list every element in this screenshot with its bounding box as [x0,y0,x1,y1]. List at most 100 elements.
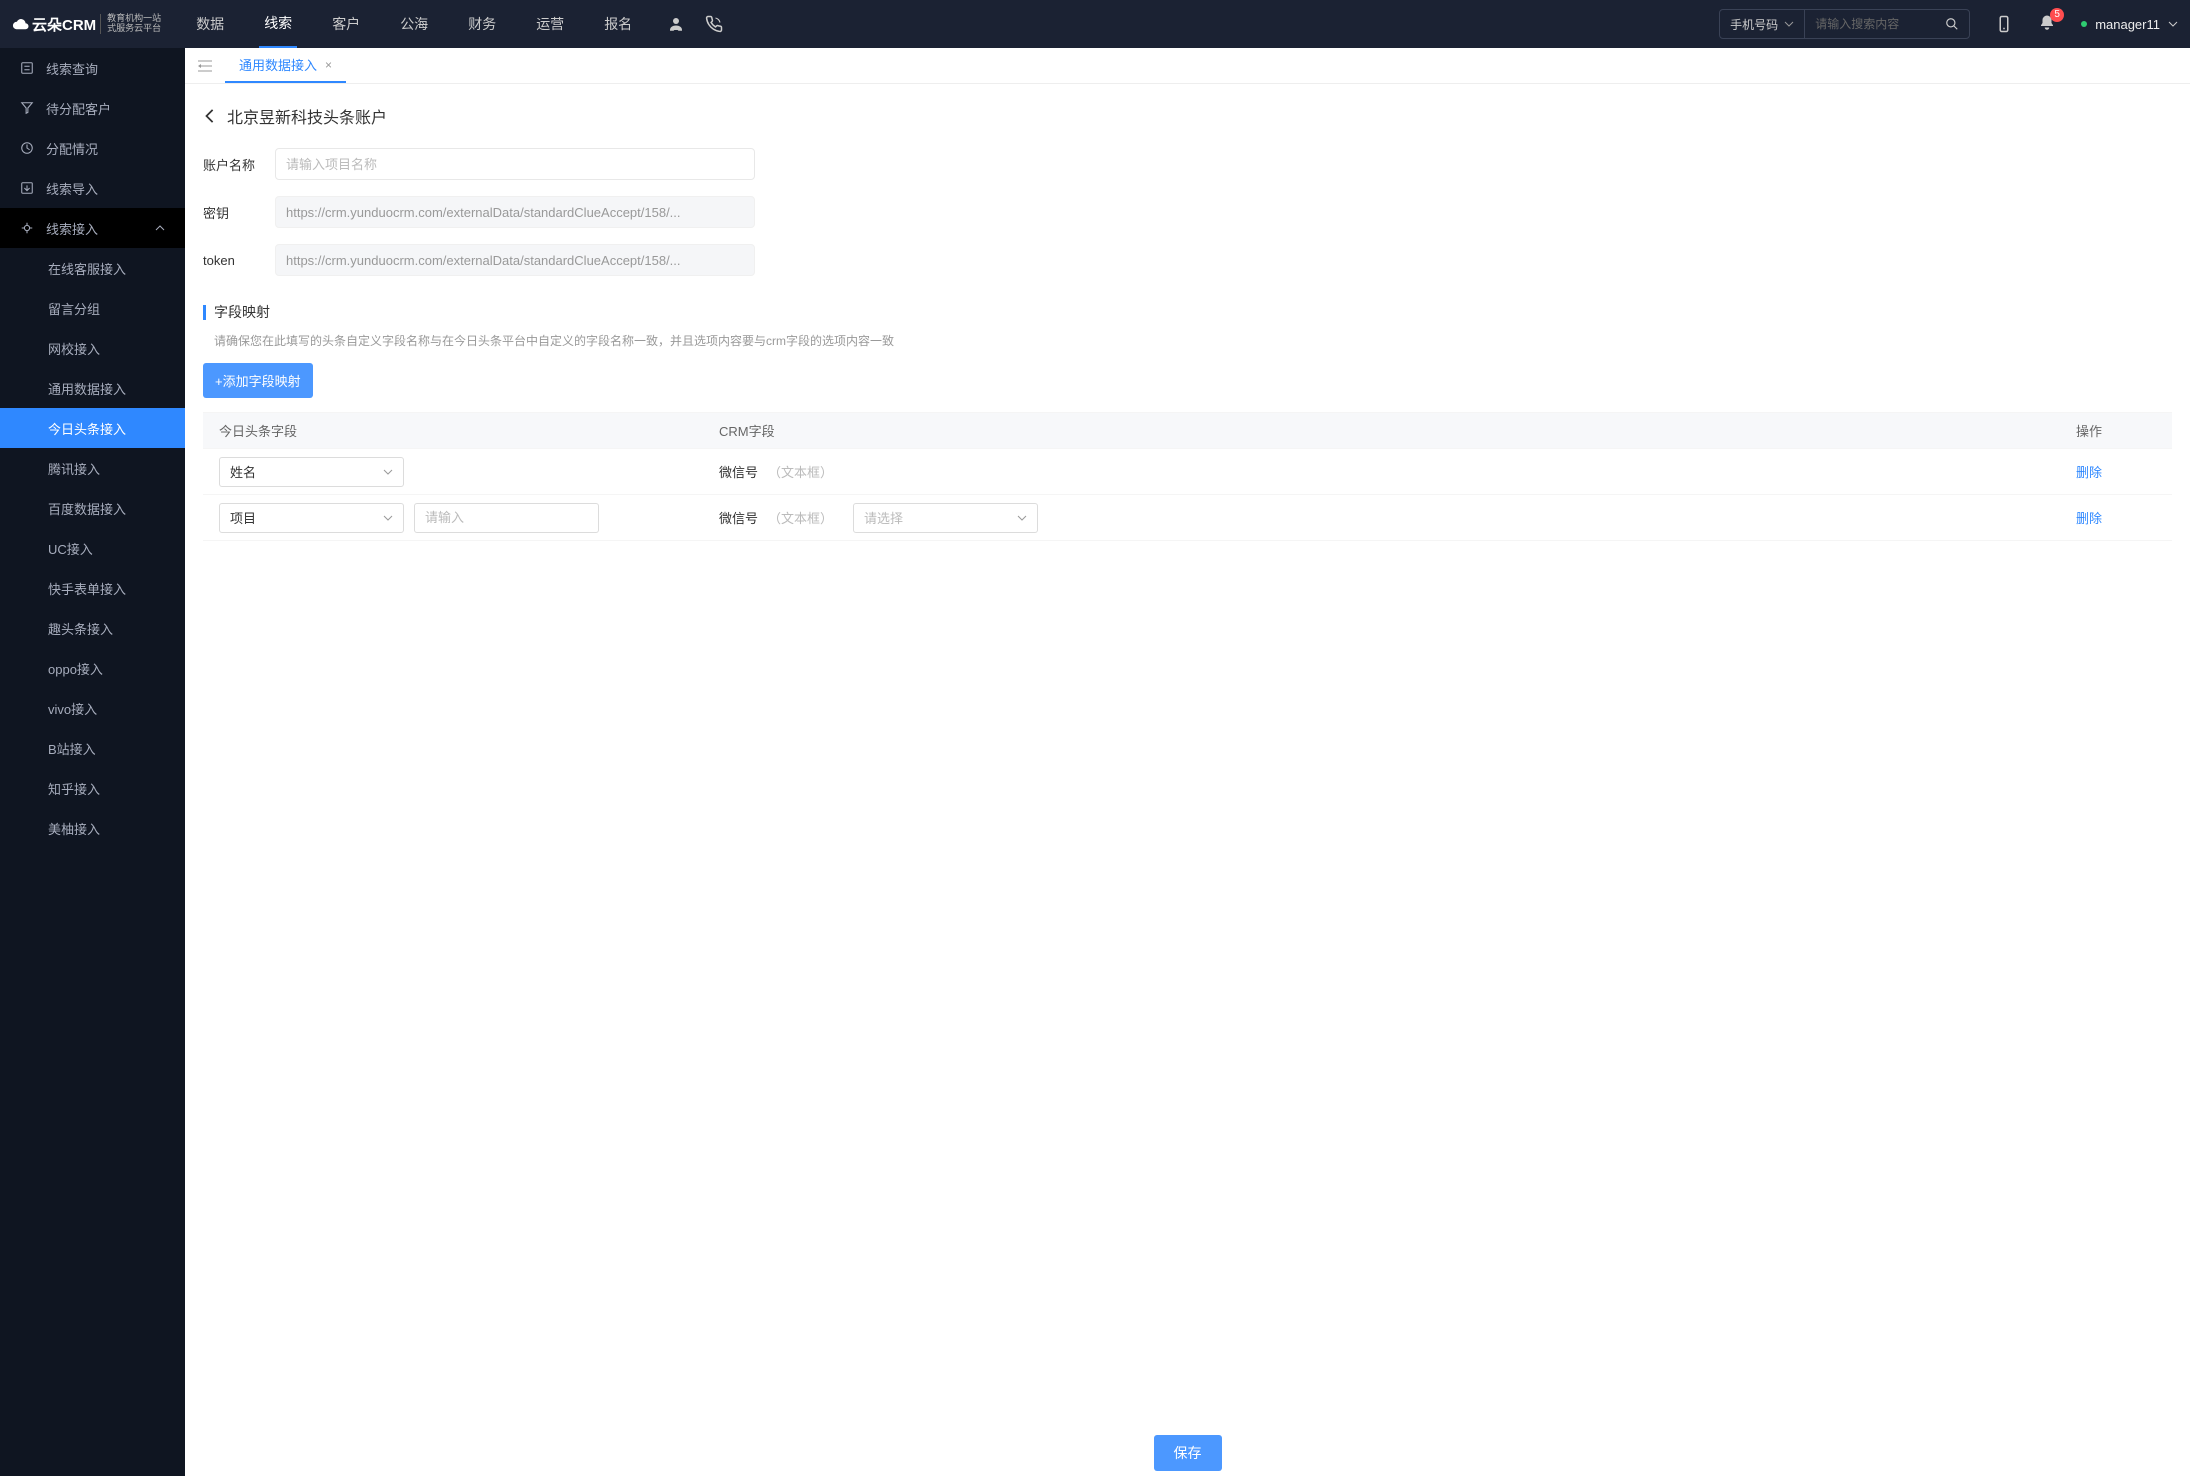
sidebar-item[interactable]: 线索导入 [0,168,185,208]
sidebar-sub-item[interactable]: B站接入 [0,728,185,768]
sidebar-sub-item[interactable]: 网校接入 [0,328,185,368]
th-crm: CRM字段 [719,421,2076,440]
crm-field-label: 微信号 [719,508,758,527]
sidebar: 线索查询待分配客户分配情况线索导入线索接入在线客服接入留言分组网校接入通用数据接… [0,48,185,1476]
delete-link[interactable]: 删除 [2076,465,2102,480]
sidebar-sub-item[interactable]: 留言分组 [0,288,185,328]
top-nav-item[interactable]: 公海 [395,0,433,48]
top-nav-item[interactable]: 线索 [259,0,297,48]
secret-label: 密钥 [203,203,275,222]
section-title: 字段映射 [214,302,270,322]
table-row: 姓名 微信号 （文本框） 删除 [203,449,2172,495]
token-label: token [203,253,275,268]
sidebar-sub-item[interactable]: UC接入 [0,528,185,568]
toutiao-field-select[interactable]: 姓名 [219,457,404,487]
header-right: 5 manager11 [1995,14,2178,35]
logo-subtitle: 教育机构一站 式服务云平台 [100,14,161,34]
section-accent-bar [203,305,206,320]
table-header: 今日头条字段 CRM字段 操作 [203,413,2172,449]
page-body: 北京昱新科技头条账户 账户名称 密钥 token 字段映射 请确保您在此填写的头… [185,84,2190,1476]
sidebar-sub-item[interactable]: 今日头条接入 [0,408,185,448]
logo-main: 云朵CRM [12,14,96,35]
tabs-bar: 通用数据接入 × [185,48,2190,84]
top-nav-item[interactable]: 财务 [463,0,501,48]
chevron-up-icon [155,223,165,233]
online-status-dot [2081,21,2087,27]
sidebar-sub-item[interactable]: oppo接入 [0,648,185,688]
sidebar-item[interactable]: 线索查询 [0,48,185,88]
top-nav: 数据线索客户公海财务运营报名 [191,0,637,48]
sidebar-sub-item[interactable]: 趣头条接入 [0,608,185,648]
save-button[interactable]: 保存 [1154,1435,1222,1471]
sidebar-sub-item[interactable]: 美柚接入 [0,808,185,848]
sidebar-item[interactable]: 线索接入 [0,208,185,248]
footer-bar: 保存 [185,1428,2190,1476]
sidebar-item-label: 线索接入 [46,219,98,238]
chevron-down-icon [2168,19,2178,29]
notification-badge: 5 [2050,8,2064,22]
user-menu[interactable]: manager11 [2081,17,2178,32]
top-nav-item[interactable]: 数据 [191,0,229,48]
logo: 云朵CRM 教育机构一站 式服务云平台 [12,14,161,35]
breadcrumb: 北京昱新科技头条账户 [203,84,2172,148]
secret-input[interactable] [275,196,755,228]
extra-input[interactable] [414,503,599,533]
add-field-mapping-button[interactable]: +添加字段映射 [203,363,313,398]
close-icon[interactable]: × [325,58,332,72]
sidebar-toggle[interactable] [185,48,225,83]
sidebar-item[interactable]: 分配情况 [0,128,185,168]
contact-icon[interactable] [667,15,685,33]
th-toutiao: 今日头条字段 [219,421,719,440]
plug-icon [20,221,34,235]
tab-active[interactable]: 通用数据接入 × [225,48,346,83]
sidebar-sub-item[interactable]: vivo接入 [0,688,185,728]
search-input[interactable] [1805,17,1935,31]
toutiao-field-select[interactable]: 项目 [219,503,404,533]
chevron-down-icon [383,513,393,523]
crm-field-hint: （文本框） [768,462,833,481]
sidebar-sub-item[interactable]: 快手表单接入 [0,568,185,608]
tab-label: 通用数据接入 [239,55,317,74]
sidebar-item-label: 线索查询 [46,59,98,78]
crm-field-hint: （文本框） [768,508,833,527]
sidebar-item-label: 分配情况 [46,139,98,158]
section-description: 请确保您在此填写的头条自定义字段名称与在今日头条平台中自定义的字段名称一致，并且… [203,332,2172,349]
page-title: 北京昱新科技头条账户 [227,104,387,128]
back-icon[interactable] [203,109,217,123]
account-label: 账户名称 [203,155,275,174]
form-row-account: 账户名称 [203,148,2172,180]
top-header: 云朵CRM 教育机构一站 式服务云平台 数据线索客户公海财务运营报名 手机号码 … [0,0,2190,48]
sidebar-sub-item[interactable]: 知乎接入 [0,768,185,808]
delete-link[interactable]: 删除 [2076,511,2102,526]
search-icon[interactable] [1945,17,1959,31]
crm-field-label: 微信号 [719,462,758,481]
phone-icon[interactable] [705,15,723,33]
th-action: 操作 [2076,421,2156,440]
chevron-down-icon [383,467,393,477]
chevron-down-icon [1784,19,1794,29]
sidebar-item-label: 待分配客户 [46,99,111,118]
filter-icon [20,101,34,115]
search-box: 手机号码 [1719,9,1970,39]
form-row-secret: 密钥 [203,196,2172,228]
notification-bell[interactable]: 5 [2038,14,2056,35]
token-input[interactable] [275,244,755,276]
sidebar-sub-item[interactable]: 通用数据接入 [0,368,185,408]
top-nav-item[interactable]: 客户 [327,0,365,48]
crm-value-select[interactable]: 请选择 [853,503,1038,533]
sidebar-sub-item[interactable]: 百度数据接入 [0,488,185,528]
mobile-icon[interactable] [1995,15,2013,33]
top-nav-item[interactable]: 运营 [531,0,569,48]
sidebar-sub-item[interactable]: 在线客服接入 [0,248,185,288]
user-name: manager11 [2095,17,2160,32]
account-name-input[interactable] [275,148,755,180]
sidebar-item[interactable]: 待分配客户 [0,88,185,128]
table-row: 项目 微信号 （文本框） 请选择 删除 [203,495,2172,541]
search-type-select[interactable]: 手机号码 [1720,10,1805,38]
section-header: 字段映射 [203,302,2172,322]
content-area: 通用数据接入 × 北京昱新科技头条账户 账户名称 密钥 token [185,48,2190,1476]
mapping-table: 今日头条字段 CRM字段 操作 姓名微信号（文本框）删除项目微信号（文本框）请选… [203,412,2172,541]
export-icon [20,181,34,195]
sidebar-sub-item[interactable]: 腾讯接入 [0,448,185,488]
top-nav-item[interactable]: 报名 [599,0,637,48]
